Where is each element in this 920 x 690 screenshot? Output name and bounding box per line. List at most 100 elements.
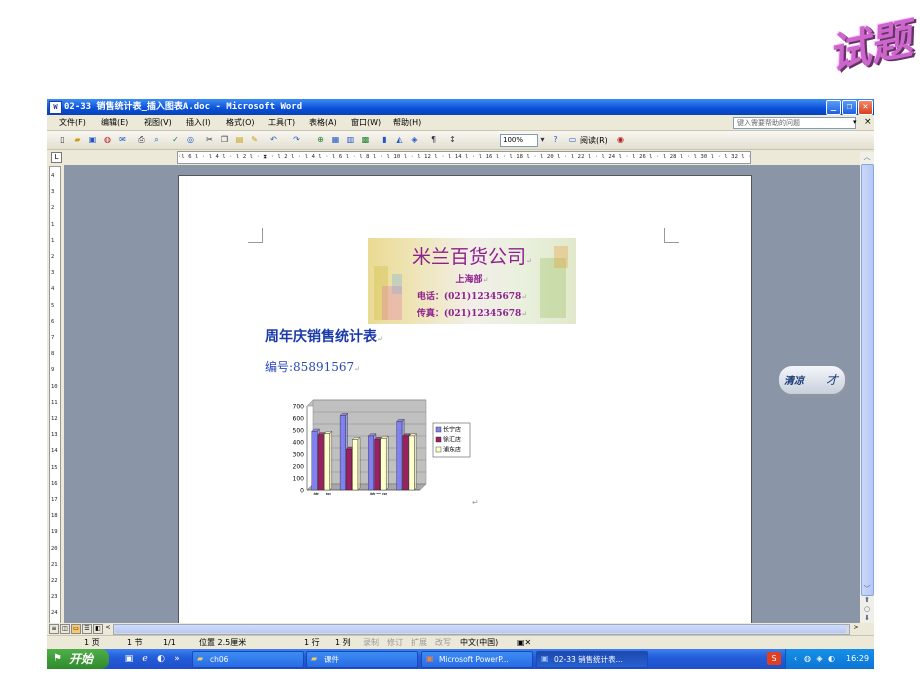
tray-collapse-icon[interactable]: ‹ xyxy=(790,653,801,664)
zoom-select[interactable]: 100% xyxy=(500,134,538,147)
quick-launch-more-icon[interactable]: » xyxy=(171,653,183,665)
email-icon[interactable]: ✉ xyxy=(117,134,128,145)
folder-icon: ▰ xyxy=(311,654,318,663)
vertical-ruler-number: 17 xyxy=(51,497,58,503)
menu-file[interactable]: 文件(F) xyxy=(59,117,86,128)
status-extend[interactable]: 扩展 xyxy=(411,636,427,649)
word-app-icon[interactable]: W xyxy=(49,101,62,114)
status-overtype[interactable]: 改写 xyxy=(435,636,451,649)
show-desktop-icon[interactable]: ▣ xyxy=(123,653,135,665)
document-page[interactable]: 米兰百货公司↵ 上海部↵ 电话：(021)12345678↵ 传真：(021)1… xyxy=(178,175,752,623)
close-document-button[interactable]: × xyxy=(864,117,872,127)
menu-table[interactable]: 表格(A) xyxy=(309,117,337,128)
help-icon[interactable]: ? xyxy=(550,134,561,145)
taskbar-item-powerpoint[interactable]: ▣ Microsoft PowerP... xyxy=(421,651,533,668)
chart-bar xyxy=(324,433,330,491)
taskbar: ⚑ 开始 ▣ ℯ ◐ » ▰ ch06 ▰ 课件 ▣ Microsoft Pow… xyxy=(47,649,874,669)
document-area[interactable]: 米兰百货公司↵ 上海部↵ 电话：(021)12345678↵ 传真：(021)1… xyxy=(64,165,860,623)
tray-volume-icon[interactable]: ◐ xyxy=(826,653,837,664)
permission-icon[interactable]: ◍ xyxy=(102,134,113,145)
normal-view-button[interactable]: ≡ xyxy=(49,624,59,634)
assistant-icon[interactable]: ◉ xyxy=(615,134,626,145)
insert-table-icon[interactable]: ▥ xyxy=(345,134,356,145)
media-icon[interactable]: ◐ xyxy=(155,653,167,665)
zoom-icon[interactable]: ↕ xyxy=(447,134,458,145)
spelling-icon[interactable]: ✓ xyxy=(170,134,181,145)
letterhead-image[interactable]: 米兰百货公司↵ 上海部↵ 电话：(021)12345678↵ 传真：(021)1… xyxy=(368,238,576,324)
tray-network-icon[interactable]: ◍ xyxy=(802,653,813,664)
vertical-ruler-number: 9 xyxy=(51,367,55,374)
help-search-input[interactable]: 键入需要帮助的问题 xyxy=(733,117,856,129)
horizontal-scroll-thumb[interactable] xyxy=(115,625,846,633)
clock: 16:29 xyxy=(846,654,870,663)
print-icon[interactable]: ⎙ xyxy=(136,134,147,145)
tray-security-icon[interactable]: ◈ xyxy=(814,653,825,664)
reading-view-button[interactable]: ◧ xyxy=(93,624,103,634)
menu-format[interactable]: 格式(O) xyxy=(226,117,255,128)
web-view-button[interactable]: ◫ xyxy=(60,624,70,634)
menu-tools[interactable]: 工具(T) xyxy=(268,117,295,128)
taskbar-item-ch06[interactable]: ▰ ch06 xyxy=(192,651,304,668)
scroll-down-button[interactable]: ﹀ xyxy=(861,584,873,594)
internet-explorer-icon[interactable]: ℯ xyxy=(139,653,151,665)
new-document-icon[interactable]: ▯ xyxy=(57,134,68,145)
minimize-button[interactable]: _ xyxy=(826,100,841,115)
columns-icon[interactable]: ▮ xyxy=(379,134,390,145)
menu-help[interactable]: 帮助(H) xyxy=(393,117,421,128)
taskbar-item-courseware[interactable]: ▰ 课件 xyxy=(306,651,418,668)
outline-view-button[interactable]: ☰ xyxy=(82,624,92,634)
help-dropdown-icon[interactable]: ▾ xyxy=(853,118,857,126)
vertical-ruler[interactable]: 4 3 2 1 1 2 3 4 5 6 7 8 9 10 11 12 13 14 15 16 17 18 19 20 21 22 2… xyxy=(47,166,63,624)
undo-icon[interactable]: ↶ xyxy=(268,134,279,145)
horizontal-scrollbar[interactable] xyxy=(113,624,850,635)
horizontal-ruler[interactable]: ·l 6 l · l 4 l · l 2 l · ⧗ · l 2 l · l 4… xyxy=(177,151,751,164)
tables-borders-icon[interactable]: ▦ xyxy=(330,134,341,145)
sales-chart[interactable]: 0 100 200 300 400 500 600 700 第一周 第三周 长宁店徐汇店浦东店 xyxy=(282,390,472,495)
document-number[interactable]: 编号:85891567↵ xyxy=(265,358,360,375)
insert-excel-icon[interactable]: ▩ xyxy=(360,134,371,145)
show-hide-icon[interactable]: ¶ xyxy=(428,134,439,145)
scroll-left-button[interactable]: < xyxy=(104,624,112,632)
document-map-icon[interactable]: ◈ xyxy=(409,134,420,145)
scroll-right-button[interactable]: > xyxy=(852,624,860,632)
status-record[interactable]: 录制 xyxy=(363,636,379,649)
chart-y-tick-label: 0 xyxy=(300,488,304,495)
close-button[interactable]: ✕ xyxy=(858,100,873,115)
spelling-status-icon[interactable]: ▣✕ xyxy=(517,636,531,649)
title-bar[interactable]: W 02-33 销售统计表_插入图表A.doc - Microsoft Word… xyxy=(47,99,874,115)
menu-insert[interactable]: 插入(I) xyxy=(186,117,211,128)
save-icon[interactable]: ▣ xyxy=(87,134,98,145)
status-track-changes[interactable]: 修订 xyxy=(387,636,403,649)
scroll-up-button[interactable]: ︿ xyxy=(861,152,873,162)
zoom-dropdown-icon[interactable]: ▾ xyxy=(537,134,548,145)
print-preview-icon[interactable]: ⌕ xyxy=(151,134,162,145)
chart-bar-side xyxy=(329,430,333,491)
input-method-icon[interactable]: S xyxy=(767,652,781,665)
redo-icon[interactable]: ↷ xyxy=(291,134,302,145)
paste-icon[interactable]: ▤ xyxy=(234,134,245,145)
cut-icon[interactable]: ✂ xyxy=(204,134,215,145)
read-mode-icon[interactable]: ▭ xyxy=(567,134,578,145)
vertical-scrollbar[interactable]: ︿ ﹀ ⬆ ○ ⬇ xyxy=(860,152,874,624)
vertical-scroll-thumb[interactable] xyxy=(861,164,874,596)
document-heading[interactable]: 周年庆销售统计表↵ xyxy=(265,326,383,346)
tab-selector[interactable]: L xyxy=(51,152,62,163)
slide-nav-badge[interactable]: 清凉 才 xyxy=(778,365,846,395)
restore-button[interactable]: ❐ xyxy=(842,100,857,115)
menu-edit[interactable]: 编辑(E) xyxy=(101,117,128,128)
drawing-icon[interactable]: ◭ xyxy=(394,134,405,145)
vertical-ruler-number: 2 xyxy=(51,254,55,260)
format-painter-icon[interactable]: ✎ xyxy=(249,134,260,145)
vertical-ruler-number: 6 xyxy=(51,318,55,325)
menu-view[interactable]: 视图(V) xyxy=(144,117,172,128)
start-button[interactable]: ⚑ 开始 xyxy=(47,649,109,669)
read-mode-button[interactable]: 阅读(R) xyxy=(580,135,608,146)
print-view-button[interactable]: ▭ xyxy=(71,624,81,634)
copy-icon[interactable]: ❐ xyxy=(219,134,230,145)
hyperlink-icon[interactable]: ⊕ xyxy=(315,134,326,145)
open-folder-icon[interactable]: ▰ xyxy=(72,134,83,145)
next-page-button[interactable]: ⬇ xyxy=(861,613,873,623)
research-icon[interactable]: ◎ xyxy=(185,134,196,145)
menu-window[interactable]: 窗口(W) xyxy=(351,117,381,128)
taskbar-item-word[interactable]: ▣ 02-33 销售统计表... xyxy=(536,651,648,668)
